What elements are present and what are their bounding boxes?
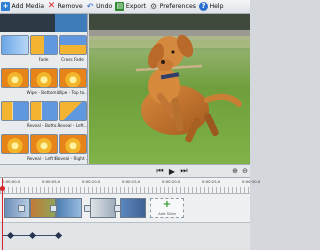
transition-thumbnail <box>58 101 87 121</box>
undo-arrow-icon: ↶ <box>86 1 94 11</box>
ruler-time-label: 0:00:10.0 <box>82 179 101 184</box>
zoom-out-icon[interactable]: ⊖ <box>240 167 250 175</box>
transition-item[interactable]: Cross Fade <box>58 32 87 65</box>
play-icon[interactable]: ▶ <box>166 167 178 176</box>
ruler-ticks <box>0 187 250 193</box>
ruler-time-label: 0:00:30.0 <box>242 179 261 184</box>
transition-label: Wipe - Top to... <box>56 90 88 95</box>
dog-photo <box>89 14 250 164</box>
ruler-time-label: 0:00:05.0 <box>42 179 61 184</box>
timeline-ruler[interactable]: 0:00:00.0 0:00:05.0 0:00:10.0 0:00:15.0 0:00… <box>0 178 260 194</box>
transition-item[interactable] <box>0 65 29 98</box>
export-label: Export <box>125 3 147 10</box>
keyframe-marker[interactable] <box>6 231 15 240</box>
transition-label: Fade <box>38 57 49 62</box>
remove-label: Remove <box>57 3 83 10</box>
transition-label: Reveal - Right ... <box>55 156 88 161</box>
ruler-time-label: 0:00:20.0 <box>162 179 181 184</box>
transition-thumbnail <box>0 101 29 121</box>
playback-controls: ⏮ ▶ ⏭ ⊕ ⊖ <box>0 164 250 178</box>
preferences-label: Preferences <box>159 3 196 10</box>
transition-item[interactable] <box>0 98 29 131</box>
transition-label: Cross Fade <box>61 57 84 62</box>
slide-clip[interactable] <box>120 198 146 218</box>
transition-label: Reveal - Botto... <box>26 123 61 128</box>
transition-thumbnail <box>58 134 87 154</box>
ruler-time-label: 0:00:25.0 <box>202 179 221 184</box>
undo-button[interactable]: ↶ Undo <box>85 0 115 14</box>
transition-thumbnail <box>0 68 29 88</box>
add-slide-button[interactable]: + Add Slide <box>150 198 184 218</box>
transition-thumbnail <box>0 134 29 154</box>
ruler-time-label: 0:00:15.0 <box>122 179 141 184</box>
help-icon: ? <box>198 2 208 11</box>
transition-label: Reveal - Left... <box>57 123 88 128</box>
transition-item[interactable]: Wipe - Bottom... <box>26 65 61 98</box>
transition-item[interactable] <box>0 32 29 65</box>
transition-thumbnail <box>29 35 58 55</box>
remove-button[interactable]: ✕ Remove <box>46 0 85 14</box>
transition-item[interactable]: Fade <box>29 32 58 65</box>
transition-marker[interactable] <box>18 205 25 212</box>
skip-forward-icon[interactable]: ⏭ <box>178 166 190 176</box>
panel-header-dark <box>0 14 56 32</box>
playhead-handle[interactable] <box>0 186 5 191</box>
keyframe-track <box>0 222 250 250</box>
transition-item[interactable]: Reveal - Right ... <box>55 131 88 164</box>
slide-track: + Add Slide <box>0 194 250 222</box>
export-button[interactable]: ▤ Export <box>114 0 148 14</box>
preferences-button[interactable]: ⚙ Preferences <box>148 0 198 14</box>
plus-icon: + <box>162 199 172 210</box>
help-label: Help <box>209 3 224 10</box>
skip-back-icon[interactable]: ⏮ <box>154 166 166 176</box>
add-media-button[interactable]: + Add Media <box>0 0 46 14</box>
transition-item[interactable]: Reveal - Left... <box>57 98 88 131</box>
transition-item[interactable]: Wipe - Top to... <box>56 65 88 98</box>
add-media-label: Add Media <box>11 3 45 10</box>
panel-header-strip <box>0 14 87 32</box>
keyframe-marker[interactable] <box>28 231 37 240</box>
transitions-grid: Fade Cross Fade Wipe - Bottom... Wipe - Top… <box>0 32 87 164</box>
gear-icon: ⚙ <box>149 1 158 11</box>
panel-header-blue <box>55 14 87 32</box>
zoom-in-icon[interactable]: ⊕ <box>230 167 240 175</box>
add-media-icon: + <box>1 2 10 11</box>
transition-item[interactable]: Reveal - Botto... <box>26 98 61 131</box>
transition-item[interactable] <box>0 131 29 164</box>
slide-clip[interactable] <box>90 198 116 218</box>
remove-x-icon: ✕ <box>47 1 56 11</box>
help-button[interactable]: ? Help <box>198 0 226 14</box>
transition-thumbnail <box>0 35 29 55</box>
transition-thumbnail <box>29 68 58 88</box>
export-icon: ▤ <box>115 2 125 11</box>
undo-label: Undo <box>96 3 113 10</box>
transition-thumbnail <box>58 35 87 55</box>
ruler-time-label: 0:00:00.0 <box>2 179 21 184</box>
slide-clip[interactable] <box>4 198 30 218</box>
add-slide-label: Add Slide <box>158 211 176 216</box>
transition-thumbnail <box>29 101 58 121</box>
transitions-panel: Fade Cross Fade Wipe - Bottom... Wipe - Top… <box>0 14 88 164</box>
video-preview[interactable] <box>89 14 250 164</box>
keyframe-marker[interactable] <box>54 231 63 240</box>
transition-label: Wipe - Bottom... <box>26 90 61 95</box>
transition-thumbnail <box>29 134 58 154</box>
transition-item[interactable]: Reveal - Left t... <box>27 131 60 164</box>
slide-clip[interactable] <box>56 198 82 218</box>
main-toolbar: + Add Media ✕ Remove ↶ Undo ▤ Export ⚙ P… <box>0 0 250 14</box>
transition-thumbnail <box>58 68 87 88</box>
